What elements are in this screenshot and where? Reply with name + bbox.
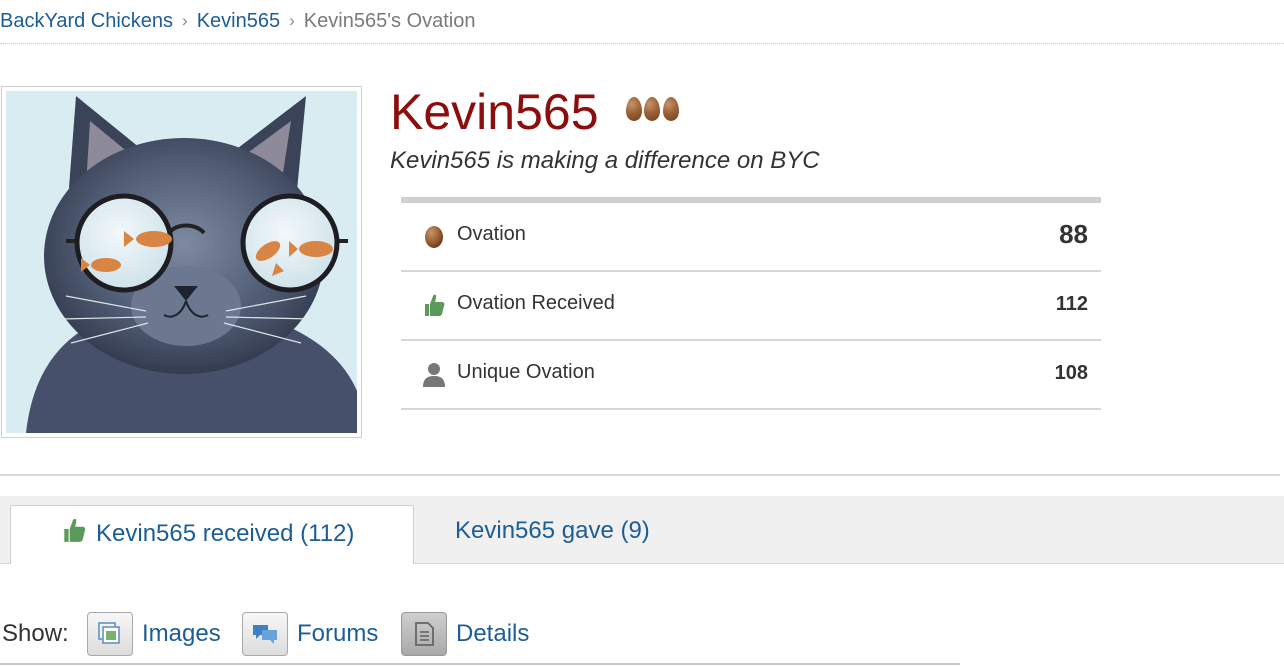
- egg-icon: [626, 97, 642, 121]
- profile-tagline: Kevin565 is making a difference on BYC: [390, 147, 820, 174]
- stat-row-ovation-received: Ovation Received 112: [401, 272, 1101, 341]
- breadcrumb-separator: ›: [289, 11, 295, 30]
- details-button[interactable]: [401, 612, 447, 656]
- forums-button[interactable]: [242, 612, 288, 656]
- cat-avatar-image: [6, 91, 357, 433]
- breadcrumb: BackYard Chickens › Kevin565 › Kevin565's Ov…: [0, 0, 1284, 44]
- egg-icon: [425, 226, 443, 248]
- profile-username: Kevin565: [390, 84, 599, 140]
- stat-row-unique-ovation: Unique Ovation 108: [401, 341, 1101, 410]
- egg-icon: [644, 97, 661, 121]
- stat-label: Ovation: [457, 223, 526, 245]
- stat-label: Ovation Received: [457, 292, 615, 314]
- show-label: Show:: [2, 620, 69, 647]
- avatar[interactable]: [1, 86, 362, 438]
- egg-icon: [662, 97, 679, 121]
- stat-label: Unique Ovation: [457, 361, 595, 383]
- stat-value: 108: [1054, 362, 1088, 384]
- show-filters: Show: Images Forums Details: [0, 612, 960, 658]
- filter-label[interactable]: Images: [142, 620, 221, 648]
- breadcrumb-separator: ›: [182, 11, 188, 30]
- list-top-border: [0, 663, 960, 665]
- forums-icon: [253, 625, 277, 644]
- tab-label: Kevin565 received (112): [96, 520, 355, 547]
- images-icon: [98, 622, 120, 644]
- breadcrumb-current: Kevin565's Ovation: [303, 10, 476, 32]
- person-icon: [423, 363, 445, 387]
- breadcrumb-home-link[interactable]: BackYard Chickens: [0, 0, 173, 42]
- trophy-eggs-icon: [626, 97, 679, 127]
- stat-value: 88: [1059, 219, 1088, 249]
- tab-received[interactable]: Kevin565 received (112): [10, 505, 414, 564]
- breadcrumb-user-link[interactable]: Kevin565: [197, 0, 280, 42]
- tab-gave[interactable]: Kevin565 gave (9): [455, 505, 715, 564]
- filter-label[interactable]: Details: [456, 620, 529, 648]
- ovation-stats: Ovation 88 Ovation Received 112 Unique O…: [401, 197, 1101, 410]
- stat-value: 112: [1055, 293, 1088, 315]
- thumbs-up-icon: [425, 294, 445, 316]
- filter-label[interactable]: Forums: [297, 620, 378, 648]
- stat-row-ovation: Ovation 88: [401, 203, 1101, 272]
- section-divider: [0, 474, 1280, 476]
- ovation-tabs: Kevin565 received (112) Kevin565 gave (9…: [0, 496, 1284, 564]
- details-icon: [415, 622, 434, 646]
- thumbs-up-icon: [64, 518, 86, 542]
- images-button[interactable]: [87, 612, 133, 656]
